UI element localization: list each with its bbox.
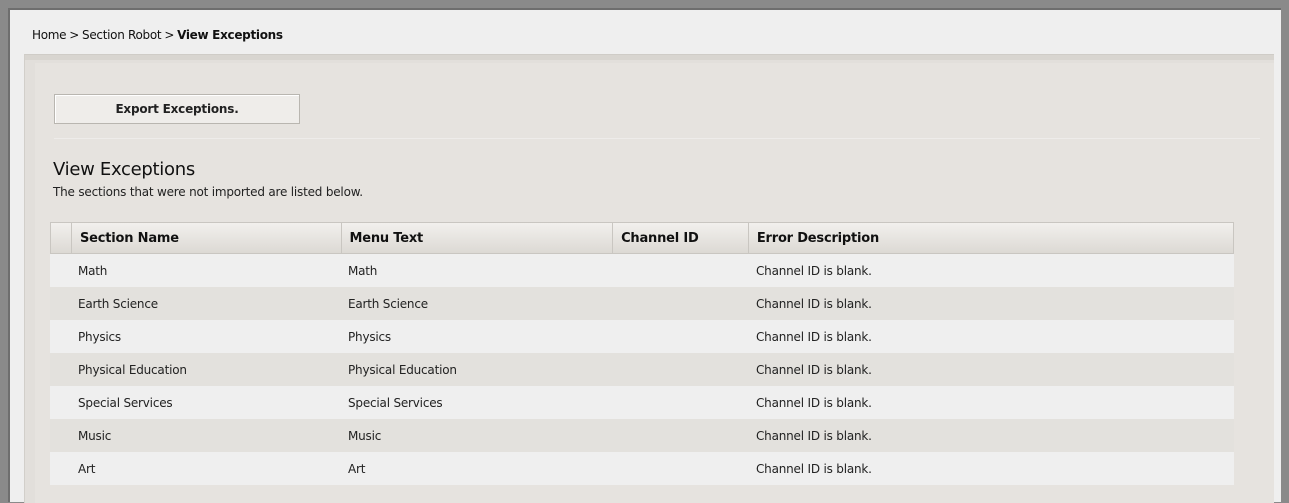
menu-text-cell: Earth Science [348,296,428,311]
table-row[interactable]: Music Music Channel ID is blank. [50,419,1234,452]
table-row[interactable]: Physical Education Physical Education Ch… [50,353,1234,386]
table-row[interactable]: Earth Science Earth Science Channel ID i… [50,287,1234,320]
menu-text-cell: Math [348,263,378,278]
table-row[interactable]: Special Services Special Services Channe… [50,386,1234,419]
breadcrumb: Home > Section Robot > View Exceptions [32,28,283,42]
table-header: Section Name Menu Text Channel ID Error … [50,222,1234,254]
breadcrumb-section-robot[interactable]: Section Robot [82,28,162,42]
exceptions-table: Section Name Menu Text Channel ID Error … [50,222,1234,485]
breadcrumb-separator: > [69,28,80,42]
section-name-cell: Special Services [78,395,173,410]
column-header-channel-id[interactable]: Channel ID [612,223,748,253]
section-name-cell: Music [78,428,112,443]
export-exceptions-button[interactable]: Export Exceptions. [54,94,300,124]
error-description-cell: Channel ID is blank. [756,362,872,377]
table-row[interactable]: Math Math Channel ID is blank. [50,254,1234,287]
error-description-cell: Channel ID is blank. [756,461,872,476]
error-description-cell: Channel ID is blank. [756,428,872,443]
section-name-cell: Earth Science [78,296,158,311]
menu-text-cell: Special Services [348,395,443,410]
menu-text-cell: Music [348,428,382,443]
breadcrumb-home[interactable]: Home [32,28,67,42]
table-row[interactable]: Physics Physics Channel ID is blank. [50,320,1234,353]
column-header-error-description[interactable]: Error Description [747,223,1233,253]
content-panel: Export Exceptions. View Exceptions The s… [24,54,1274,503]
error-description-cell: Channel ID is blank. [756,296,872,311]
table-body: Math Math Channel ID is blank. Earth Sci… [50,254,1234,485]
menu-text-cell: Physical Education [348,362,457,377]
error-description-cell: Channel ID is blank. [756,329,872,344]
column-header-menu-text[interactable]: Menu Text [340,223,613,253]
section-name-cell: Art [78,461,96,476]
divider [54,138,1260,139]
page-description: The sections that were not imported are … [53,185,363,199]
menu-text-cell: Art [348,461,366,476]
error-description-cell: Channel ID is blank. [756,395,872,410]
error-description-cell: Channel ID is blank. [756,263,872,278]
content-panel-inner: Export Exceptions. View Exceptions The s… [35,63,1274,503]
table-row[interactable]: Art Art Channel ID is blank. [50,452,1234,485]
menu-text-cell: Physics [348,329,391,344]
page-title: View Exceptions [53,159,195,180]
section-name-cell: Math [78,263,108,278]
section-name-cell: Physics [78,329,121,344]
breadcrumb-separator: > [164,28,175,42]
breadcrumb-current: View Exceptions [177,28,283,42]
section-name-cell: Physical Education [78,362,187,377]
column-header-section-name[interactable]: Section Name [70,223,341,253]
row-selector-header [51,223,71,253]
